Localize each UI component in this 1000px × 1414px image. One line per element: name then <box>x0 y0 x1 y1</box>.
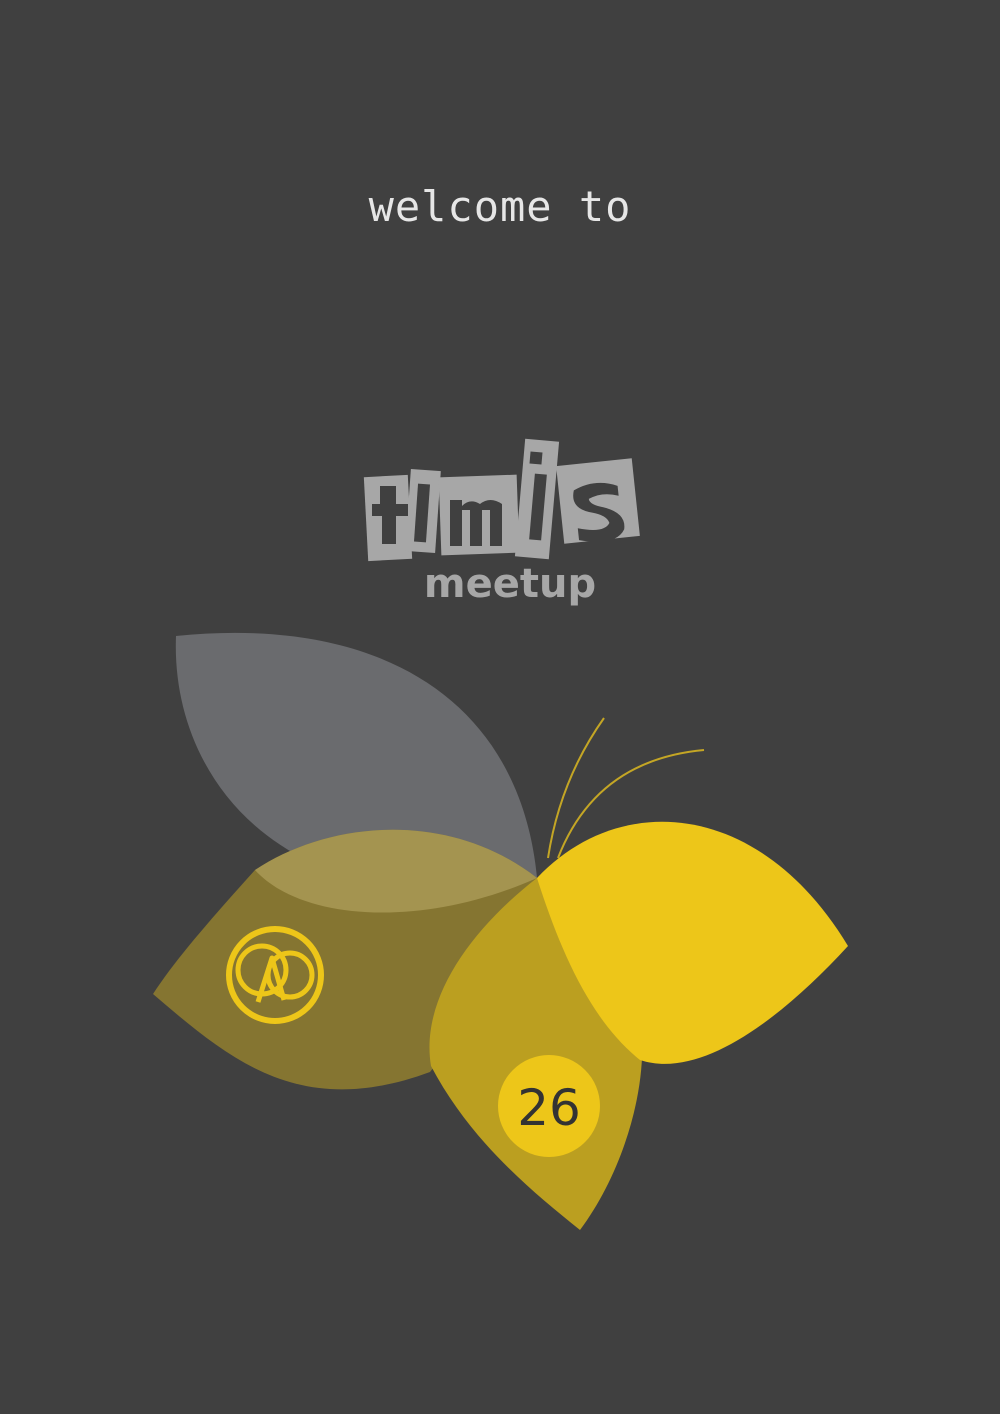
poster-artwork: meetup 26 <box>153 438 848 1230</box>
timjs-logo: meetup <box>363 438 640 607</box>
edition-badge: 26 <box>498 1055 600 1157</box>
butterfly-illustration: 26 <box>153 632 848 1230</box>
edition-number: 26 <box>517 1079 581 1137</box>
logo-subtitle: meetup <box>424 561 596 607</box>
poster: welcome to meetup 26 <box>0 0 1000 1414</box>
